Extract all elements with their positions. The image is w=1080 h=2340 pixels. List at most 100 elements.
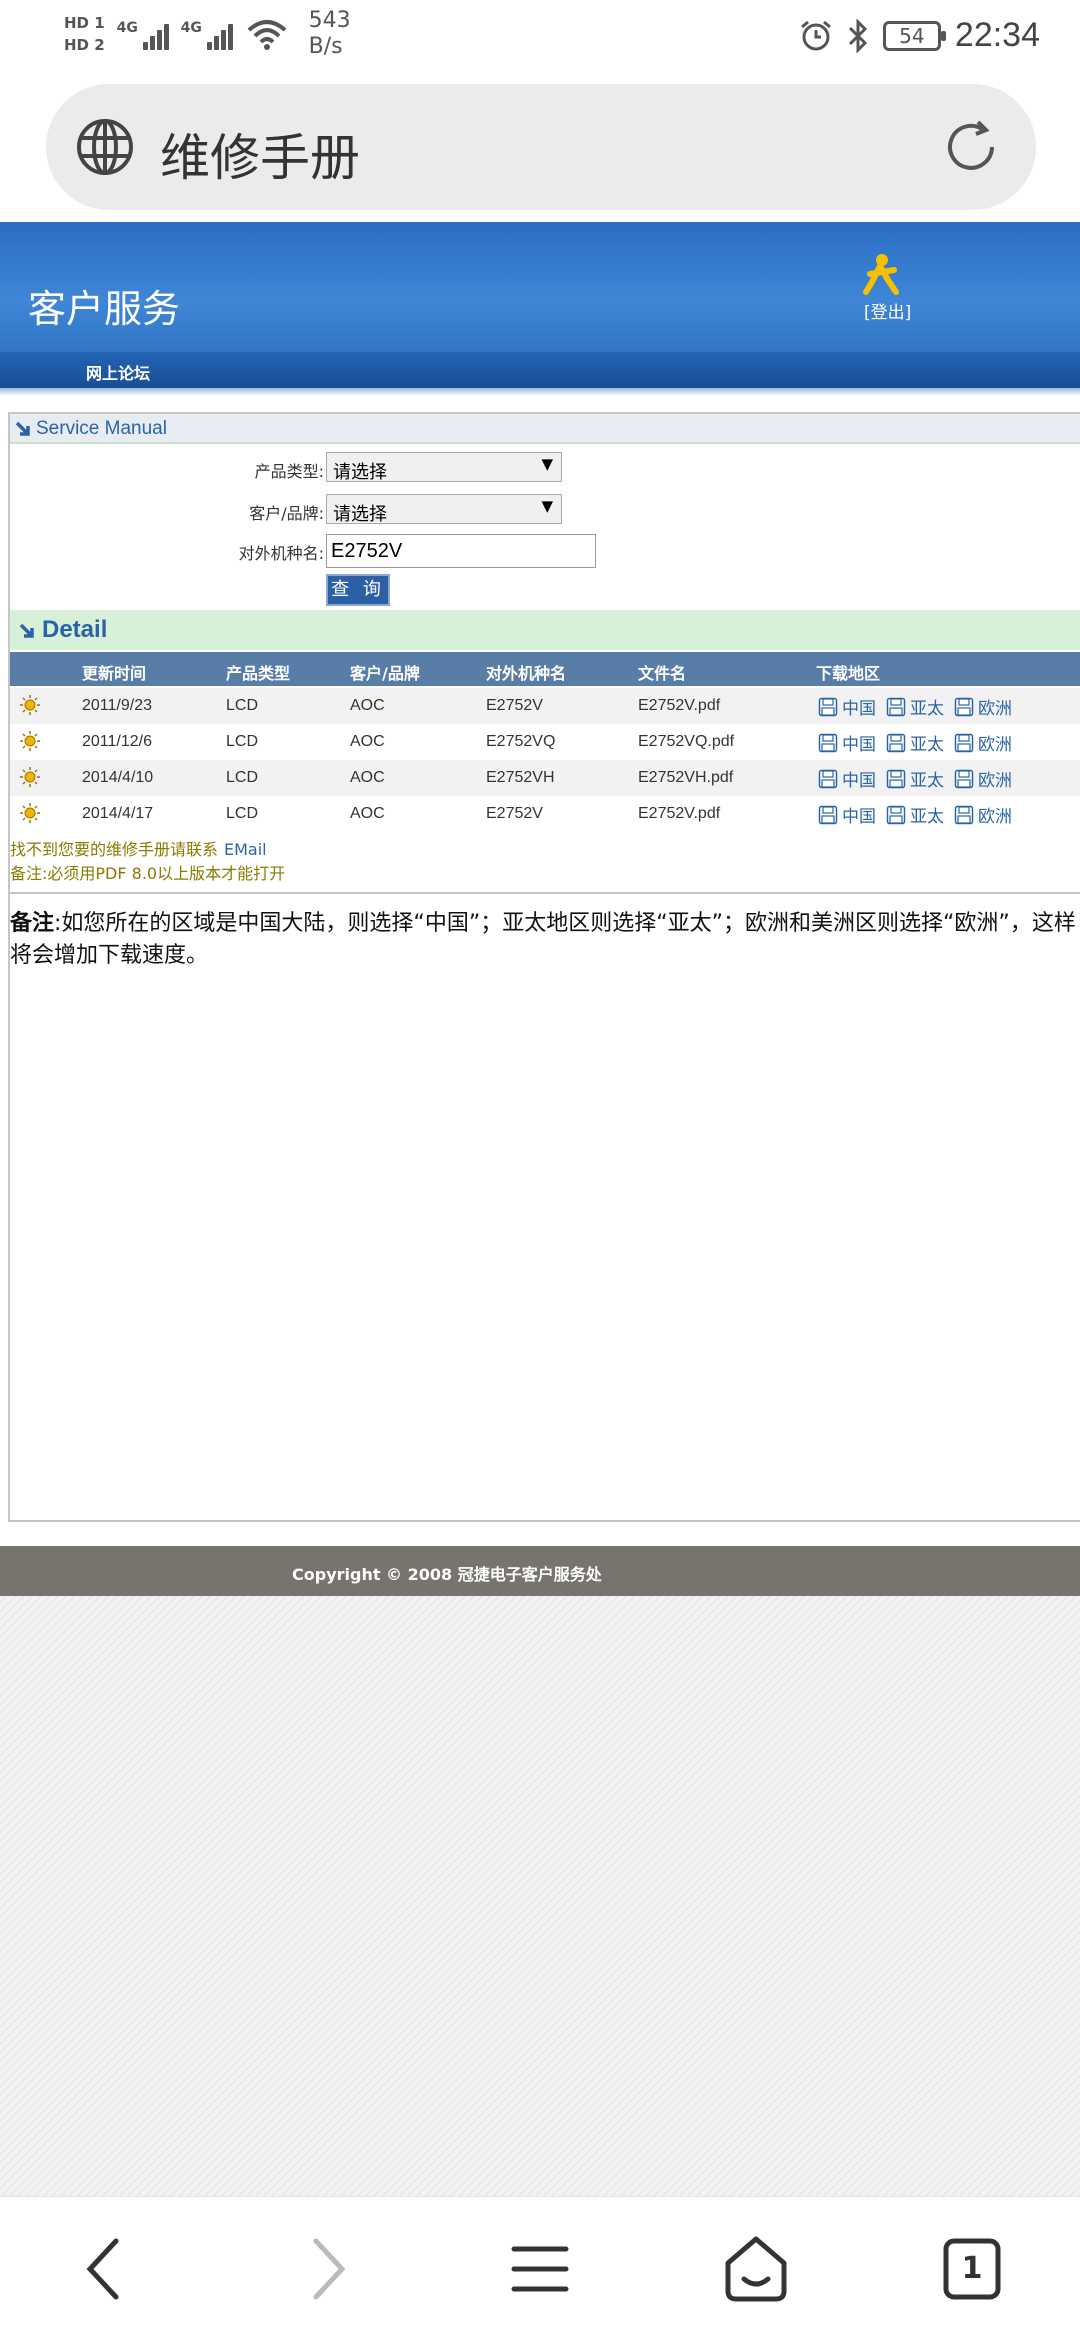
cell-brand: AOC — [350, 769, 385, 786]
signal-1-icon: 4G — [117, 18, 169, 50]
column-header: 更新时间 — [82, 664, 147, 683]
download-link[interactable]: 亚太 — [910, 730, 944, 755]
cell-brand: AOC — [350, 805, 385, 822]
product-type-value: 请选择 — [333, 462, 387, 483]
service-manual-header: Service Manual — [10, 414, 1080, 444]
logout-link[interactable]: [登出] — [864, 298, 911, 323]
column-header: 对外机种名 — [486, 664, 567, 683]
download-link[interactable]: 中国 — [842, 802, 876, 827]
cell-file[interactable]: E2752V.pdf — [638, 805, 720, 823]
download-link[interactable]: 欧洲 — [978, 730, 1012, 755]
network-speed: 543 B/s — [309, 8, 351, 60]
cell-type: LCD — [226, 697, 259, 714]
back-icon[interactable] — [72, 2233, 144, 2305]
home-icon[interactable] — [720, 2233, 792, 2305]
bluetooth-icon — [848, 18, 868, 53]
download-link[interactable]: 欧洲 — [978, 766, 1012, 791]
cell-date: 2011/12/6 — [82, 733, 152, 750]
table-row: 2014/4/17 LCD AOC E2752V E2752V.pdf 中国 亚太 欧洲 — [10, 796, 1080, 832]
page-title: 维修手册 — [160, 129, 360, 187]
cell-file[interactable]: E2752V.pdf — [638, 697, 720, 715]
cell-date: 2011/9/23 — [82, 697, 152, 714]
network-type-1: 4G — [116, 20, 138, 36]
speed-value: 543 — [308, 8, 351, 33]
download-link[interactable]: 中国 — [842, 730, 876, 755]
download-link[interactable]: 亚太 — [910, 802, 944, 827]
floppy-disk-icon[interactable] — [818, 769, 838, 789]
model-input[interactable]: E2752V — [326, 534, 596, 568]
cell-model: E2752VQ — [486, 733, 556, 750]
column-header: 产品类型 — [226, 664, 291, 683]
clock: 22:34 — [954, 16, 1040, 54]
sim2-indicator: HD 2 — [64, 36, 105, 54]
cell-model: E2752V — [486, 805, 543, 822]
cell-type: LCD — [226, 769, 259, 786]
wifi-icon — [247, 20, 286, 50]
sun-icon — [20, 767, 40, 787]
floppy-disk-icon[interactable] — [954, 769, 974, 789]
product-type-select[interactable]: 请选择 ▼ — [326, 452, 562, 483]
floppy-disk-icon[interactable] — [818, 733, 838, 753]
model-row: 对外机种名: E2752V — [10, 532, 710, 568]
floppy-disk-icon[interactable] — [886, 805, 906, 825]
floppy-disk-icon[interactable] — [818, 805, 838, 825]
download-links: 中国 亚太 欧洲 — [818, 730, 1018, 755]
floppy-disk-icon[interactable] — [886, 733, 906, 753]
nav-forum-link[interactable]: 网上论坛 — [86, 360, 150, 384]
floppy-disk-icon[interactable] — [954, 733, 974, 753]
nav-shadow — [0, 388, 1080, 396]
status-left: HD 1 HD 2 4G 4G 543 B/s — [64, 8, 351, 60]
product-type-row: 产品类型: 请选择 ▼ — [10, 450, 710, 484]
download-link[interactable]: 欧洲 — [978, 694, 1012, 719]
table-row: 2011/12/6 LCD AOC E2752VQ E2752VQ.pdf 中国 亚太 欧洲 — [10, 724, 1080, 760]
globe-icon — [77, 119, 133, 175]
cell-brand: AOC — [350, 733, 385, 750]
menu-icon[interactable] — [504, 2233, 576, 2305]
browser-bottom-nav: 1 — [0, 2196, 1080, 2340]
status-right: 54 22:34 — [799, 16, 1040, 55]
cell-file[interactable]: E2752VQ.pdf — [638, 733, 734, 751]
column-header: 文件名 — [638, 664, 687, 683]
tabs-button[interactable]: 1 — [936, 2233, 1008, 2305]
download-link[interactable]: 亚太 — [910, 694, 944, 719]
cell-brand: AOC — [350, 697, 385, 714]
cell-date: 2014/4/17 — [82, 805, 154, 822]
not-found-text: 找不到您要的维修手册请联系 — [10, 840, 219, 859]
column-header: 下载地区 — [816, 664, 881, 683]
signal-2-icon: 4G — [181, 18, 233, 50]
arrow-down-right-icon — [19, 623, 34, 638]
floppy-disk-icon[interactable] — [954, 805, 974, 825]
download-links: 中国 亚太 欧洲 — [818, 802, 1018, 827]
download-link[interactable]: 中国 — [842, 766, 876, 791]
cell-type: LCD — [226, 733, 259, 750]
download-link[interactable]: 中国 — [842, 694, 876, 719]
aim-person-icon[interactable] — [862, 252, 902, 296]
cell-file[interactable]: E2752VH.pdf — [638, 769, 733, 787]
forward-icon[interactable] — [288, 2233, 360, 2305]
address-bar[interactable]: 维修手册 — [46, 84, 1036, 210]
email-link[interactable]: EMail — [224, 840, 267, 859]
floppy-disk-icon[interactable] — [886, 769, 906, 789]
chevron-down-icon: ▼ — [541, 455, 553, 473]
brand-label: 客户/品牌: — [249, 504, 324, 523]
region-remark: 备注:如您所在的区域是中国大陆，则选择“中国”；亚太地区则选择“亚太”；欧洲和美… — [10, 908, 1080, 972]
site-title: 客户服务 — [28, 287, 181, 331]
download-link[interactable]: 亚太 — [910, 766, 944, 791]
download-link[interactable]: 欧洲 — [978, 802, 1012, 827]
remark-label: 备注 — [10, 911, 55, 936]
site-footer: Copyright © 2008 冠捷电子客户服务处 — [0, 1546, 1080, 1596]
network-type-2: 4G — [180, 20, 202, 36]
chevron-down-icon: ▼ — [541, 497, 553, 515]
cell-model: E2752V — [486, 697, 543, 714]
query-button[interactable]: 查 询 — [326, 574, 390, 606]
brand-select[interactable]: 请选择 ▼ — [326, 494, 562, 525]
reload-icon[interactable] — [942, 118, 1000, 176]
copyright: Copyright © 2008 冠捷电子客户服务处 — [292, 1565, 602, 1584]
sim1-indicator: HD 1 — [64, 14, 105, 32]
floppy-disk-icon[interactable] — [886, 697, 906, 717]
speed-unit: B/s — [308, 34, 343, 59]
table-row: 2014/4/10 LCD AOC E2752VH E2752VH.pdf 中国 亚太 欧洲 — [10, 760, 1080, 796]
battery-indicator: 54 — [882, 20, 946, 51]
floppy-disk-icon[interactable] — [818, 697, 838, 717]
floppy-disk-icon[interactable] — [954, 697, 974, 717]
